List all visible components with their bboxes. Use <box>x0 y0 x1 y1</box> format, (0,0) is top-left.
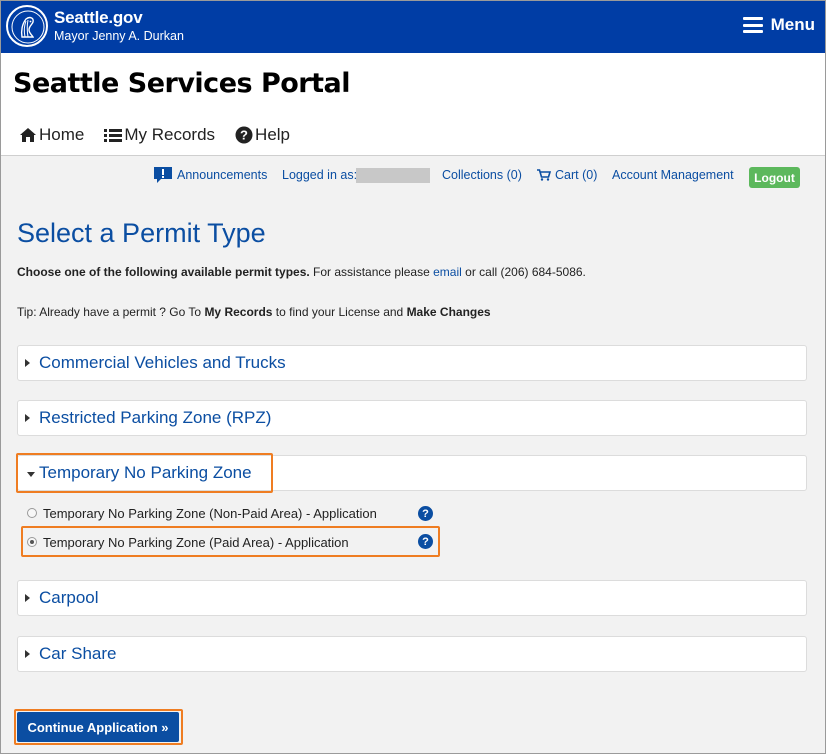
main-nav: Home My Records ? Help <box>19 125 290 145</box>
menu-label: Menu <box>770 15 815 34</box>
redacted-username <box>356 168 430 183</box>
instructions-part-2: or call (206) 684-5086. <box>461 265 586 279</box>
instructions-part-1: For assistance please <box>309 265 434 279</box>
logout-button[interactable]: Logout <box>749 167 800 188</box>
tip-part-2: to find your License and <box>272 305 407 319</box>
announcements-link[interactable]: Announcements <box>177 168 267 182</box>
tip-bold-my-records: My Records <box>204 305 273 319</box>
announcement-icon[interactable] <box>153 166 173 184</box>
instructions-bold: Choose one of the following available pe… <box>17 265 310 279</box>
category-label: Restricted Parking Zone (RPZ) <box>39 408 272 427</box>
nav-home-label: Home <box>39 125 85 144</box>
list-icon <box>104 129 123 142</box>
browser-frame: Seattle.gov Mayor Jenny A. Durkan Menu S… <box>0 0 826 754</box>
category-carpool[interactable]: Carpool <box>17 580 807 616</box>
highlight-continue-button <box>14 709 183 745</box>
help-icon[interactable]: ? <box>418 506 433 521</box>
site-header: Seattle.gov Mayor Jenny A. Durkan Menu <box>1 1 825 53</box>
radio-non-paid[interactable] <box>27 508 37 518</box>
nav-my-records[interactable]: My Records <box>104 125 215 145</box>
caret-right-icon <box>25 359 30 367</box>
category-commercial-vehicles[interactable]: Commercial Vehicles and Trucks <box>17 345 807 381</box>
category-label: Commercial Vehicles and Trucks <box>39 353 286 372</box>
brand-title[interactable]: Seattle.gov <box>54 8 143 28</box>
svg-text:?: ? <box>240 128 248 143</box>
caret-right-icon <box>25 414 30 422</box>
home-icon <box>20 128 36 142</box>
tip-part-1: Tip: Already have a permit ? Go To <box>17 305 205 319</box>
option-label: Temporary No Parking Zone (Non-Paid Area… <box>43 505 377 521</box>
option-non-paid-area[interactable]: Temporary No Parking Zone (Non-Paid Area… <box>27 504 377 522</box>
collections-link[interactable]: Collections (0) <box>442 168 522 182</box>
email-link[interactable]: email <box>433 265 462 279</box>
nav-home[interactable]: Home <box>19 125 84 145</box>
brand-subtitle: Mayor Jenny A. Durkan <box>54 29 184 43</box>
cart-icon[interactable] <box>537 169 551 181</box>
category-car-share[interactable]: Car Share <box>17 636 807 672</box>
category-label: Carpool <box>39 588 99 607</box>
cart-link[interactable]: Cart (0) <box>555 168 597 182</box>
nav-help-label: Help <box>255 125 291 144</box>
hamburger-icon <box>742 17 763 33</box>
logged-in-label: Logged in as: <box>282 168 358 182</box>
content-area: Announcements Logged in as: Collections … <box>1 156 825 753</box>
caret-right-icon <box>25 594 30 602</box>
nav-my-records-label: My Records <box>124 125 216 144</box>
tip-text: Tip: Already have a permit ? Go To My Re… <box>17 305 491 319</box>
instructions-text: Choose one of the following available pe… <box>17 265 586 279</box>
menu-button[interactable]: Menu <box>742 13 815 37</box>
highlight-expanded-category <box>16 453 273 493</box>
tip-bold-make-changes: Make Changes <box>406 305 491 319</box>
category-restricted-parking-zone[interactable]: Restricted Parking Zone (RPZ) <box>17 400 807 436</box>
portal-title: Seattle Services Portal <box>13 68 351 99</box>
nav-help[interactable]: ? Help <box>235 125 290 145</box>
city-seal-icon[interactable] <box>6 5 48 47</box>
question-circle-icon: ? <box>235 126 253 144</box>
page-heading: Select a Permit Type <box>17 218 266 248</box>
account-management-link[interactable]: Account Management <box>612 168 734 182</box>
highlight-selected-option <box>21 526 440 557</box>
utility-bar: Announcements Logged in as: Collections … <box>1 162 825 188</box>
caret-right-icon <box>25 650 30 658</box>
category-label: Car Share <box>39 644 117 663</box>
